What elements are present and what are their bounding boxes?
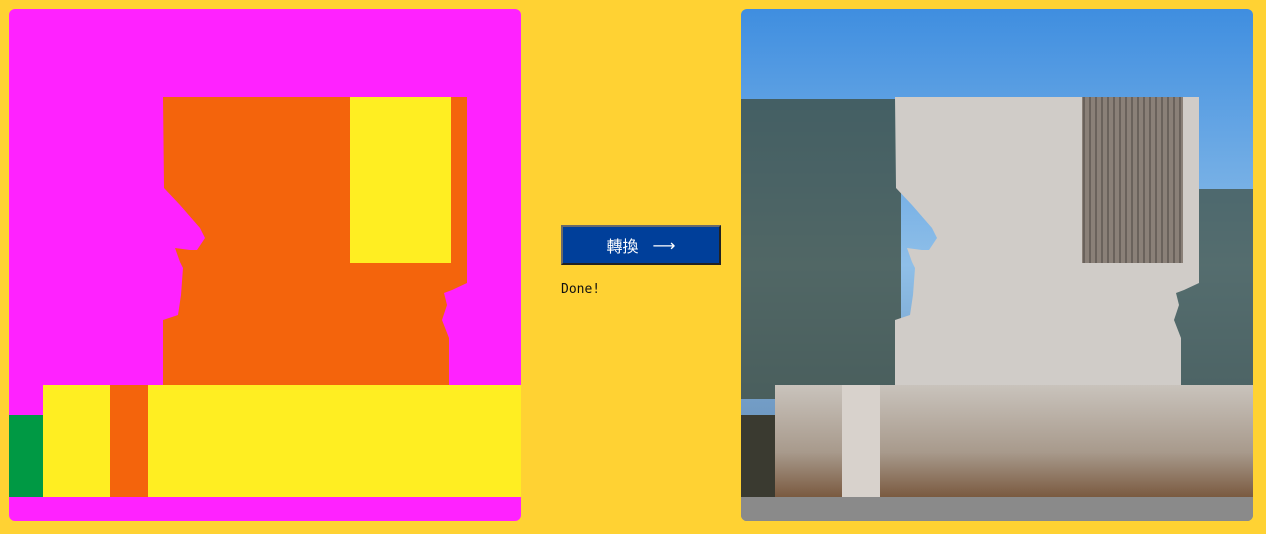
arrow-right-icon: ⟶ (652, 235, 676, 255)
input-label-map-canvas[interactable] (9, 9, 521, 521)
plant-region (9, 415, 43, 497)
output-generated-image (741, 9, 1253, 521)
door-region (110, 385, 148, 497)
convert-button-label: 轉換 (606, 237, 639, 256)
status-text: Done! (561, 282, 601, 297)
convert-button[interactable]: 轉換 ⟶ (561, 225, 721, 265)
window-region (350, 97, 451, 263)
